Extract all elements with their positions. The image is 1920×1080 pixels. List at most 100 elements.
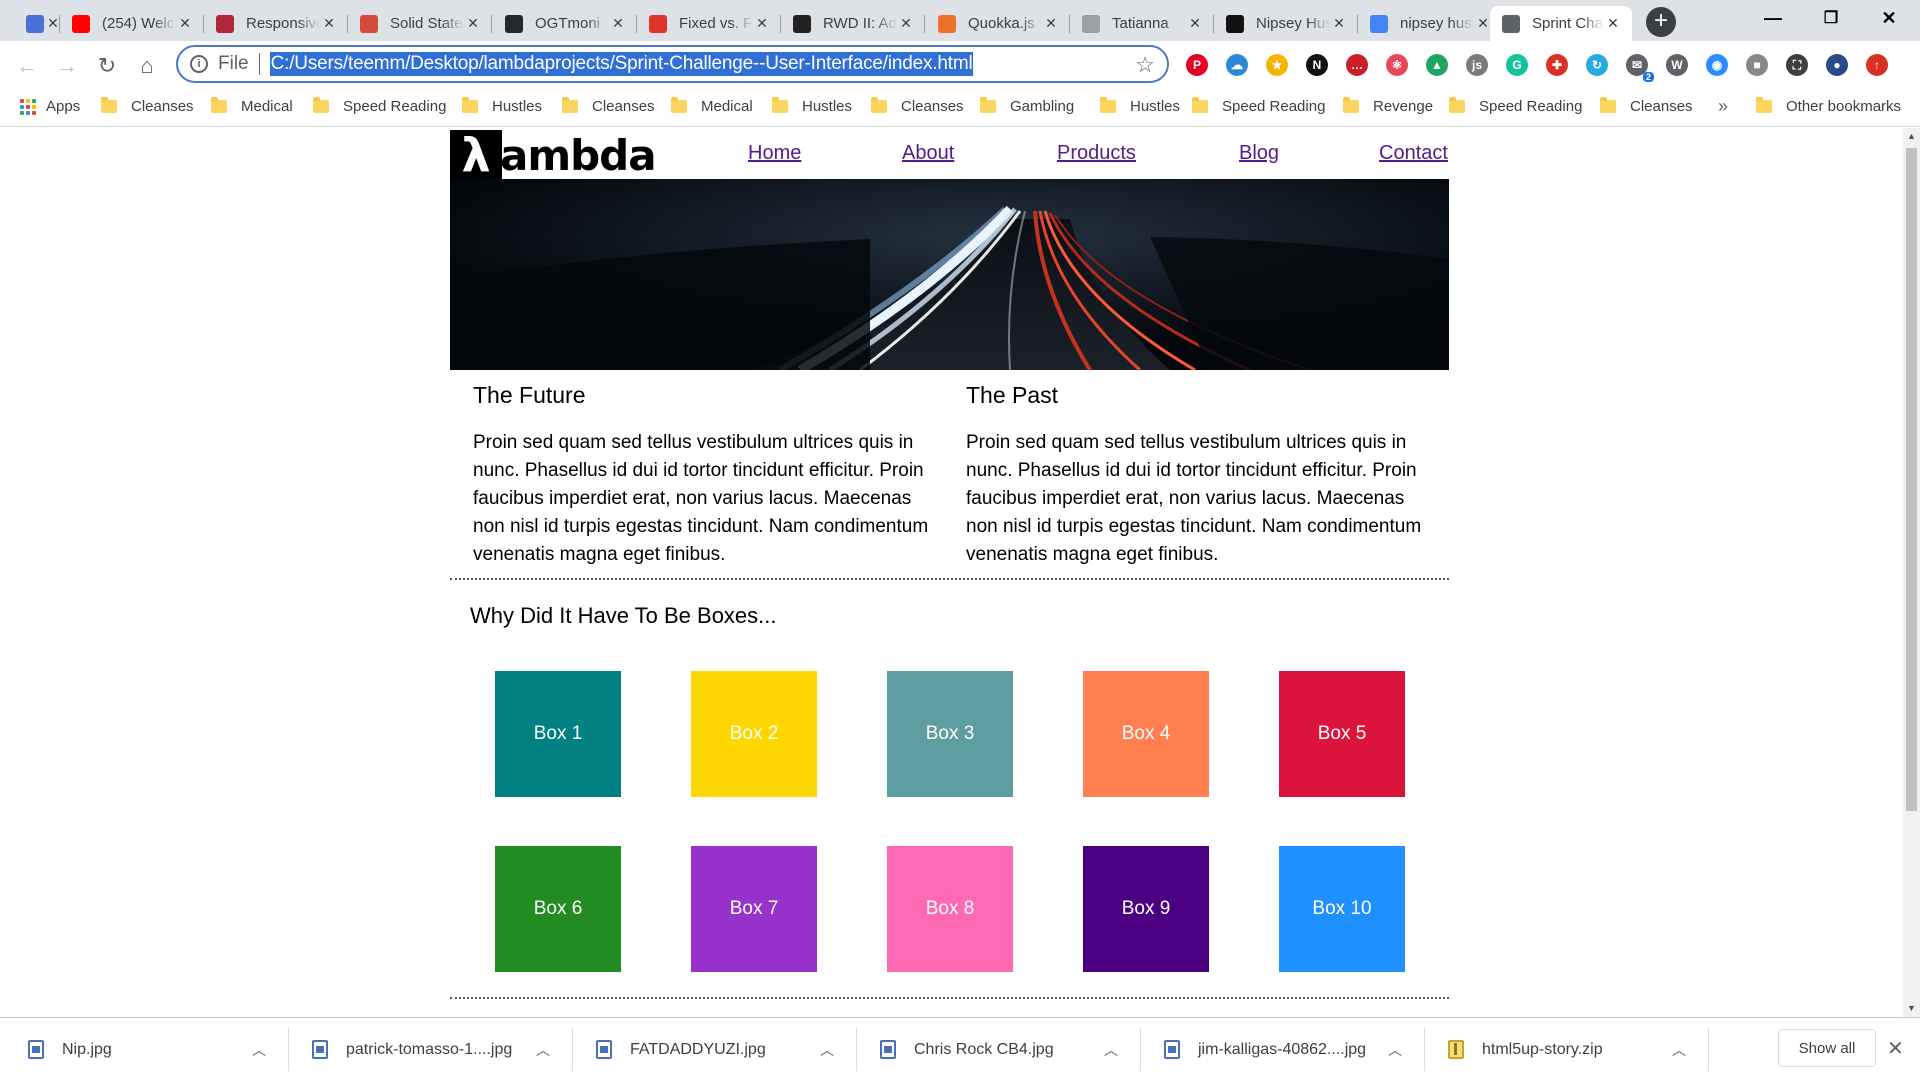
minimize-button[interactable]: —: [1744, 0, 1802, 36]
download-item[interactable]: Chris Rock CB4.jpg ︿: [880, 1018, 1140, 1080]
folder-icon: [211, 97, 227, 113]
address-bar[interactable]: i File C:/Users/teemm/Desktop/lambdaproj…: [176, 45, 1169, 83]
tab[interactable]: Solid State ✕: [348, 6, 492, 41]
home-button[interactable]: ⌂: [130, 49, 164, 83]
download-item[interactable]: FATDADDYUZI.jpg ︿: [596, 1018, 856, 1080]
close-tab-icon[interactable]: ✕: [897, 15, 915, 32]
bookmark-star-icon[interactable]: ☆: [1135, 52, 1155, 78]
tab[interactable]: ✕: [14, 6, 60, 41]
gradient-icon[interactable]: ■: [1746, 54, 1768, 76]
url-text[interactable]: C:/Users/teemm/Desktop/lambdaprojects/Sp…: [269, 52, 974, 76]
download-options-chevron-icon[interactable]: ︿: [536, 1040, 550, 1060]
bookmark-folder[interactable]: Hustles: [772, 97, 852, 115]
bookmark-folder[interactable]: Medical: [671, 97, 753, 115]
tab[interactable]: RWD II: Adv ✕: [781, 6, 925, 41]
bookmark-folder[interactable]: Cleanses: [871, 97, 964, 115]
bookmark-folder[interactable]: Revenge: [1343, 97, 1433, 115]
bookmark-folder[interactable]: Speed Reading: [313, 97, 446, 115]
update-icon[interactable]: ↑: [1866, 54, 1888, 76]
grammarly-icon[interactable]: G: [1506, 54, 1528, 76]
tab-title: Sprint Challenge: [1532, 15, 1604, 32]
nav-contact[interactable]: Contact: [1379, 142, 1448, 165]
download-separator: [1708, 1028, 1709, 1071]
bookmark-folder[interactable]: Hustles: [1100, 97, 1180, 115]
lastpass-icon[interactable]: …: [1346, 54, 1368, 76]
reload-button[interactable]: ↻: [90, 49, 124, 83]
tab[interactable]: Tatianna ✕: [1070, 6, 1214, 41]
zoom-icon[interactable]: ◉: [1706, 54, 1728, 76]
close-tab-icon[interactable]: ✕: [320, 15, 338, 32]
close-tab-icon[interactable]: ✕: [464, 15, 482, 32]
bookmark-folder[interactable]: Cleanses: [562, 97, 655, 115]
download-item[interactable]: Nip.jpg ︿: [28, 1018, 288, 1080]
tab[interactable]: (254) Welcome✕: [60, 6, 204, 41]
mail-icon[interactable]: ✉ 2: [1626, 54, 1654, 82]
download-options-chevron-icon[interactable]: ︿: [1672, 1040, 1686, 1060]
refresh-extension-icon[interactable]: ↻: [1586, 54, 1608, 76]
nav-products[interactable]: Products: [1057, 142, 1136, 165]
notion-icon[interactable]: N: [1306, 54, 1328, 76]
download-item[interactable]: patrick-tomasso-1....jpg ︿: [312, 1018, 572, 1080]
tab[interactable]: OGTmoni ✕: [493, 6, 637, 41]
bookmark-folder[interactable]: Speed Reading: [1192, 97, 1325, 115]
google-drive-icon[interactable]: ▲: [1426, 54, 1448, 76]
back-button[interactable]: ←: [10, 49, 44, 83]
tab[interactable]: nipsey hussle✕: [1358, 6, 1502, 41]
onedrive-icon[interactable]: ☁: [1226, 54, 1248, 76]
nav-blog[interactable]: Blog: [1239, 142, 1279, 165]
bookmark-folder[interactable]: Cleanses: [101, 97, 194, 115]
scroll-up-arrow[interactable]: ▲: [1903, 128, 1920, 145]
globe-icon: [1502, 14, 1520, 33]
nav-home[interactable]: Home: [748, 142, 801, 165]
close-tab-icon[interactable]: ✕: [1186, 15, 1204, 32]
page-scrollbar[interactable]: ▲ ▼: [1903, 128, 1920, 1017]
screenshot-icon[interactable]: ⛶: [1786, 54, 1808, 76]
apps-grid-icon: [20, 98, 36, 115]
other-bookmarks[interactable]: Other bookmarks: [1756, 97, 1901, 115]
pinterest-icon[interactable]: P: [1186, 54, 1208, 76]
forward-button[interactable]: →: [50, 49, 84, 83]
tab[interactable]: Responsive Web✕: [204, 6, 348, 41]
tab[interactable]: Fixed vs. Fluid✕: [637, 6, 781, 41]
bookmark-label: Hustles: [492, 98, 543, 115]
wordtune-icon[interactable]: W: [1666, 54, 1688, 76]
tab-active[interactable]: Sprint Challenge✕: [1490, 6, 1632, 41]
site-info-icon[interactable]: i: [190, 55, 208, 73]
tab-title: RWD II: Adv: [823, 15, 897, 32]
scroll-down-arrow[interactable]: ▼: [1903, 1000, 1920, 1017]
download-options-chevron-icon[interactable]: ︿: [1104, 1040, 1118, 1060]
close-tab-icon[interactable]: ✕: [176, 15, 194, 32]
js-icon[interactable]: js: [1466, 54, 1488, 76]
tab[interactable]: Nipsey Hussle✕: [1214, 6, 1358, 41]
tab[interactable]: Quokka.js ✕: [926, 6, 1070, 41]
new-tab-button[interactable]: +: [1646, 7, 1676, 37]
close-tab-icon[interactable]: ✕: [609, 15, 627, 32]
nav-about[interactable]: About: [902, 142, 954, 165]
bookmark-folder[interactable]: Cleanses: [1600, 97, 1693, 115]
scrollbar-thumb[interactable]: [1906, 148, 1917, 811]
close-tab-icon[interactable]: ✕: [753, 15, 771, 32]
show-all-downloads-button[interactable]: Show all: [1778, 1029, 1876, 1067]
close-download-shelf-button[interactable]: ✕: [1887, 1036, 1904, 1061]
bookmark-folder[interactable]: Hustles: [462, 97, 543, 115]
close-window-button[interactable]: ✕: [1860, 0, 1918, 36]
lambda-logo[interactable]: λ ambda: [450, 130, 657, 180]
star-extension-icon[interactable]: ★: [1266, 54, 1288, 76]
close-tab-icon[interactable]: ✕: [1042, 15, 1060, 32]
close-tab-icon[interactable]: ✕: [1604, 15, 1622, 32]
clipper-icon[interactable]: ✚: [1546, 54, 1568, 76]
react-devtools-icon[interactable]: ⚛: [1386, 54, 1408, 76]
bookmark-folder[interactable]: Speed Reading: [1449, 97, 1582, 115]
bookmark-apps[interactable]: Apps: [20, 98, 80, 115]
profile-icon[interactable]: ●: [1826, 54, 1848, 76]
restore-button[interactable]: ❐: [1802, 0, 1860, 36]
bookmarks-overflow-button[interactable]: »: [1718, 96, 1728, 117]
download-item[interactable]: html5up-story.zip ︿: [1448, 1018, 1708, 1080]
bookmark-folder[interactable]: Gambling: [980, 97, 1074, 115]
download-options-chevron-icon[interactable]: ︿: [1388, 1040, 1402, 1060]
bookmark-folder[interactable]: Medical: [211, 97, 293, 115]
download-options-chevron-icon[interactable]: ︿: [820, 1040, 834, 1060]
close-tab-icon[interactable]: ✕: [1330, 15, 1348, 32]
download-options-chevron-icon[interactable]: ︿: [252, 1040, 266, 1060]
download-item[interactable]: jim-kalligas-40862....jpg ︿: [1164, 1018, 1424, 1080]
